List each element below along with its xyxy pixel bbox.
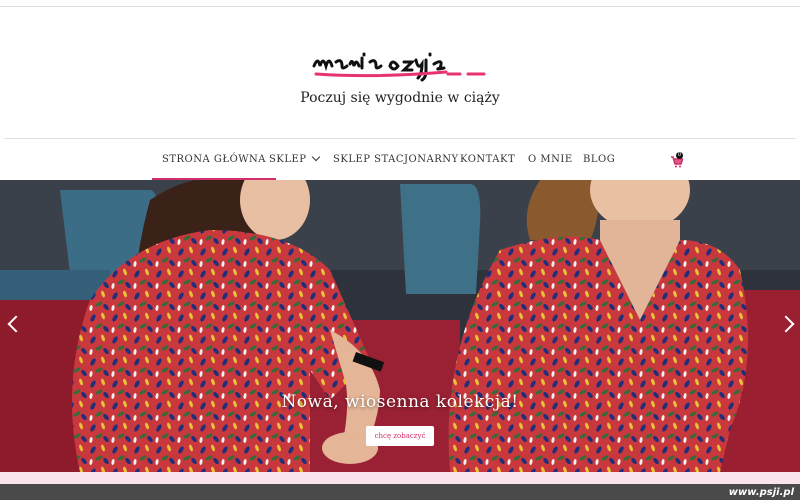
nav-item-kontakt[interactable]: KONTAKT <box>460 140 515 178</box>
cart-count-badge: 0 <box>676 152 683 159</box>
watermark: www.psji.pl <box>728 487 794 498</box>
header-divider <box>4 138 796 139</box>
nav-item-label: SKLEP <box>269 154 307 165</box>
nav-item-sklep-stacjonarny[interactable]: SKLEP STACJONARNY <box>333 140 459 178</box>
nav-item-label: STRONA GŁÓWNA <box>162 154 267 165</box>
pink-band <box>0 472 800 484</box>
chevron-down-icon <box>311 152 320 162</box>
top-divider <box>0 6 800 7</box>
bottom-bar <box>0 484 800 500</box>
logo-handwriting <box>312 52 486 82</box>
site-logo[interactable] <box>312 44 492 84</box>
hero-cta-button[interactable]: chcę zobaczyć <box>366 426 434 446</box>
nav-item-blog[interactable]: BLOG <box>583 140 615 178</box>
nav-item-label: KONTAKT <box>460 154 516 165</box>
nav-item-o-mnie[interactable]: O MNIE <box>528 140 573 178</box>
hero-title: Nowa, wiosenna kolekcja! <box>281 392 519 412</box>
nav-item-label: O MNIE <box>528 154 573 165</box>
nav-item-sklep[interactable]: SKLEP <box>269 140 320 178</box>
site-tagline: Poczuj się wygodnie w ciąży <box>300 90 500 106</box>
nav-item-strona-glowna[interactable]: STRONA GŁÓWNA <box>152 140 277 180</box>
nav-item-label: SKLEP STACJONARNY <box>333 154 459 165</box>
nav-item-label: BLOG <box>583 154 616 165</box>
